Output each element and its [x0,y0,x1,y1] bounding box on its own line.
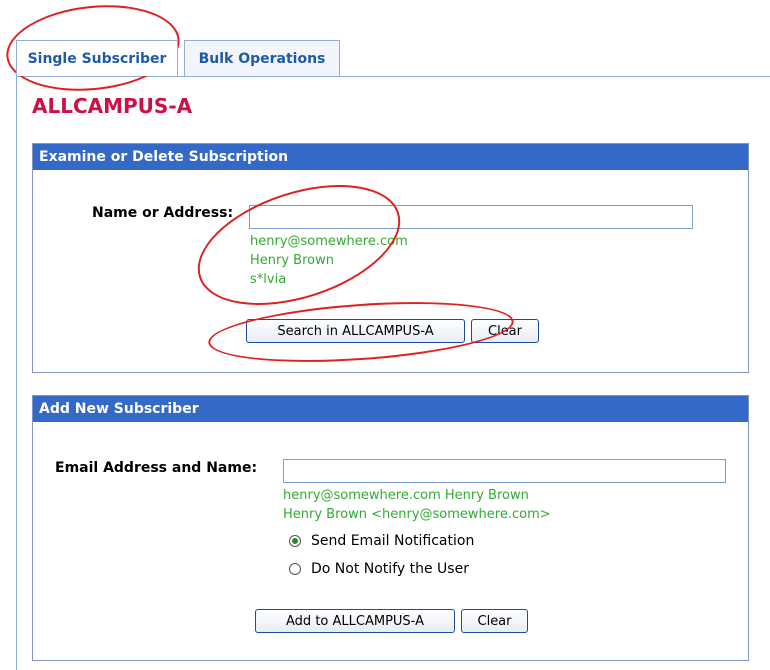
hint-line: Henry Brown [250,253,334,268]
page-title: ALLCAMPUS-A [32,94,193,118]
button-label: Clear [488,323,522,339]
tab-label: Bulk Operations [198,50,326,67]
button-label: Add to ALLCAMPUS-A [286,613,424,629]
add-hints: henry@somewhere.com Henry Brown Henry Br… [283,486,551,524]
hint-line: henry@somewhere.com Henry Brown [283,488,529,503]
hint-line: Henry Brown <henry@somewhere.com> [283,507,551,522]
search-button[interactable]: Search in ALLCAMPUS-A [246,319,465,343]
name-or-address-label: Name or Address: [92,205,234,221]
panel-header: Add New Subscriber [33,396,748,422]
radio-do-not-notify[interactable]: Do Not Notify the User [289,561,469,577]
radio-send-notification[interactable]: Send Email Notification [289,533,474,549]
tab-label: Single Subscriber [27,50,167,67]
hint-line: s*lvia [250,272,287,287]
email-address-and-name-label: Email Address and Name: [55,460,258,476]
tab-single-subscriber[interactable]: Single Subscriber [16,40,178,76]
content-left-border [16,76,17,670]
clear-button[interactable]: Clear [471,319,539,343]
button-label: Search in ALLCAMPUS-A [277,323,434,339]
radio-checked-icon[interactable] [289,535,301,547]
tab-underline [16,76,770,77]
button-label: Clear [477,613,512,629]
email-address-and-name-input[interactable] [283,459,726,483]
radio-label: Send Email Notification [311,533,475,549]
panel-header: Examine or Delete Subscription [33,144,748,170]
clear-button[interactable]: Clear [461,609,528,633]
radio-label: Do Not Notify the User [311,561,469,577]
hint-line: henry@somewhere.com [250,234,408,249]
tab-bulk-operations[interactable]: Bulk Operations [184,40,340,76]
add-button[interactable]: Add to ALLCAMPUS-A [255,609,455,633]
radio-unchecked-icon[interactable] [289,563,301,575]
name-or-address-input[interactable] [249,205,693,229]
examine-hints: henry@somewhere.com Henry Brown s*lvia [250,232,408,289]
